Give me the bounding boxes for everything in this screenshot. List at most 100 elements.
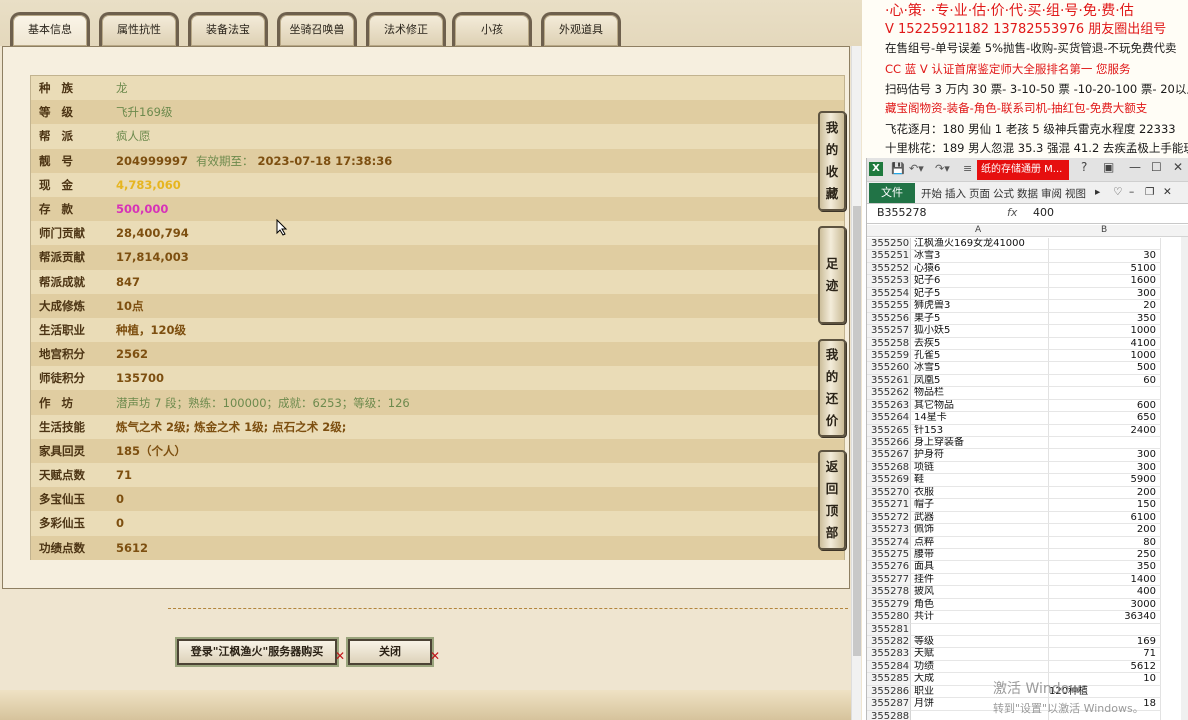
- cell-a[interactable]: 江枫渔火169女龙41000: [911, 238, 1049, 251]
- cell-a[interactable]: 挂件: [911, 573, 1049, 587]
- tab-3[interactable]: 装备法宝: [188, 12, 268, 46]
- cell-b[interactable]: 300: [1049, 449, 1161, 462]
- cell-a[interactable]: 凤凰5: [911, 374, 1049, 388]
- cell-a[interactable]: 佩饰: [911, 524, 1049, 537]
- cell-a[interactable]: 等级: [911, 636, 1049, 649]
- cell-b[interactable]: 2400: [1049, 424, 1161, 437]
- ribbon-arrow-icon[interactable]: ▸: [1095, 186, 1100, 198]
- help-icon[interactable]: ?: [1081, 160, 1087, 174]
- login-buy-button[interactable]: 登录"江枫渔火"服务器购买 ✕: [177, 639, 345, 665]
- redo-icon[interactable]: ↷▾: [935, 162, 950, 175]
- cell-a[interactable]: 14星卡: [911, 412, 1049, 425]
- sheet-scrollbar[interactable]: [1181, 237, 1188, 720]
- cell-b[interactable]: 200: [1049, 524, 1161, 537]
- cell-a[interactable]: 面具: [911, 561, 1049, 574]
- cell-b[interactable]: 5612: [1049, 660, 1161, 674]
- window-close-icon[interactable]: ✕: [1173, 160, 1183, 174]
- cell-b[interactable]: 150: [1049, 499, 1161, 512]
- cell-b[interactable]: 5100: [1049, 262, 1161, 276]
- cell-a[interactable]: 其它物品: [911, 399, 1049, 413]
- cell-a[interactable]: 功绩: [911, 660, 1049, 674]
- cell-b[interactable]: [1049, 437, 1161, 450]
- cell-a[interactable]: 冰雪5: [911, 362, 1049, 375]
- cell-a[interactable]: 针153: [911, 424, 1049, 437]
- cell-a[interactable]: 点粹: [911, 536, 1049, 549]
- cell-b[interactable]: 30: [1049, 250, 1161, 263]
- cell-b[interactable]: 36340: [1049, 611, 1161, 624]
- cell-b[interactable]: 250: [1049, 548, 1161, 562]
- cell-a[interactable]: 武器: [911, 511, 1049, 525]
- cell-b[interactable]: [1049, 623, 1161, 636]
- cell-b[interactable]: 4100: [1049, 337, 1161, 350]
- cell-a[interactable]: 物品栏: [911, 387, 1049, 400]
- my-favorites-button[interactable]: 我的收藏: [818, 111, 846, 211]
- file-tab[interactable]: 文件: [869, 183, 915, 203]
- cell-a[interactable]: 狮虎兽3: [911, 300, 1049, 313]
- cell-a[interactable]: 身上穿装备: [911, 437, 1049, 450]
- cell-b[interactable]: 300: [1049, 287, 1161, 301]
- cell-a[interactable]: 果子5: [911, 312, 1049, 326]
- cell-a[interactable]: [911, 623, 1049, 636]
- cell-a[interactable]: 帽子: [911, 499, 1049, 512]
- cell-b[interactable]: 1600: [1049, 275, 1161, 288]
- cell-b[interactable]: 6100: [1049, 511, 1161, 525]
- cell-a[interactable]: 狐小妖5: [911, 325, 1049, 338]
- minus-icon[interactable]: –: [1129, 186, 1134, 198]
- cell-a[interactable]: 护身符: [911, 449, 1049, 462]
- cell-b[interactable]: 71: [1049, 648, 1161, 661]
- ribbon-tab[interactable]: 页面: [969, 186, 990, 201]
- cell-a[interactable]: 鞋: [911, 474, 1049, 487]
- save-icon[interactable]: 💾: [891, 162, 905, 175]
- footprint-button[interactable]: 足迹: [818, 226, 846, 324]
- ribbon-tab[interactable]: 视图: [1065, 186, 1086, 201]
- ribbon-display-icon[interactable]: ▣: [1103, 160, 1114, 174]
- cell-a[interactable]: 去疾5: [911, 337, 1049, 350]
- cell-a[interactable]: 项链: [911, 461, 1049, 475]
- cell-a[interactable]: 共计: [911, 611, 1049, 624]
- scroll-thumb[interactable]: [853, 206, 861, 656]
- cell-b[interactable]: 650: [1049, 412, 1161, 425]
- cell-b[interactable]: 1000: [1049, 349, 1161, 363]
- tab-2[interactable]: 属性抗性: [99, 12, 179, 46]
- fx-icon[interactable]: fx: [1007, 206, 1017, 219]
- cell-a[interactable]: 衣服: [911, 486, 1049, 500]
- cell-b[interactable]: 60: [1049, 374, 1161, 388]
- name-box[interactable]: B355278: [877, 206, 957, 222]
- cell-b[interactable]: 500: [1049, 362, 1161, 375]
- cell-b[interactable]: 169: [1049, 636, 1161, 649]
- customize-icon[interactable]: ≡: [963, 162, 972, 175]
- tab-4[interactable]: 坐骑召唤兽: [277, 12, 357, 46]
- ribbon-tab[interactable]: 公式: [993, 186, 1014, 201]
- cell-b[interactable]: 600: [1049, 399, 1161, 413]
- column-b-header[interactable]: B: [1101, 225, 1107, 235]
- formula-input[interactable]: 400: [1033, 206, 1054, 219]
- my-counteroffer-button[interactable]: 我的还价: [818, 339, 846, 437]
- cell-b[interactable]: 80: [1049, 536, 1161, 549]
- close-doc-icon[interactable]: ✕: [1163, 186, 1172, 198]
- sheet-grid[interactable]: 355250 江枫渔火169女龙41000 355251 冰雪3 30 355252 心猿6…: [867, 238, 1188, 720]
- tab-5[interactable]: 法术修正: [366, 12, 446, 46]
- cell-b[interactable]: 200: [1049, 486, 1161, 500]
- cell-b[interactable]: 1400: [1049, 573, 1161, 587]
- cell-b[interactable]: 1000: [1049, 325, 1161, 338]
- cell-b[interactable]: 20: [1049, 300, 1161, 313]
- ribbon-tab[interactable]: 开始: [921, 186, 942, 201]
- undo-icon[interactable]: ↶▾: [909, 162, 924, 175]
- cell-b[interactable]: [1049, 238, 1161, 251]
- cell-a[interactable]: 腰带: [911, 548, 1049, 562]
- cell-b[interactable]: 350: [1049, 561, 1161, 574]
- cell-a[interactable]: 心猿6: [911, 262, 1049, 276]
- cell-a[interactable]: 冰雪3: [911, 250, 1049, 263]
- cell-b[interactable]: 300: [1049, 461, 1161, 475]
- ribbon-tab[interactable]: 审阅: [1041, 186, 1062, 201]
- vertical-scrollbar[interactable]: [851, 46, 861, 720]
- cell-b[interactable]: 400: [1049, 586, 1161, 599]
- close-button[interactable]: 关闭 ✕: [348, 639, 440, 665]
- cell-a[interactable]: 角色: [911, 598, 1049, 612]
- maximize-icon[interactable]: ☐: [1151, 160, 1162, 174]
- cell-a[interactable]: 孔雀5: [911, 349, 1049, 363]
- cell-b[interactable]: 3000: [1049, 598, 1161, 612]
- restore-icon[interactable]: ❐: [1145, 186, 1154, 198]
- cell-a[interactable]: 天赋: [911, 648, 1049, 661]
- ribbon-tab[interactable]: 数据: [1017, 186, 1038, 201]
